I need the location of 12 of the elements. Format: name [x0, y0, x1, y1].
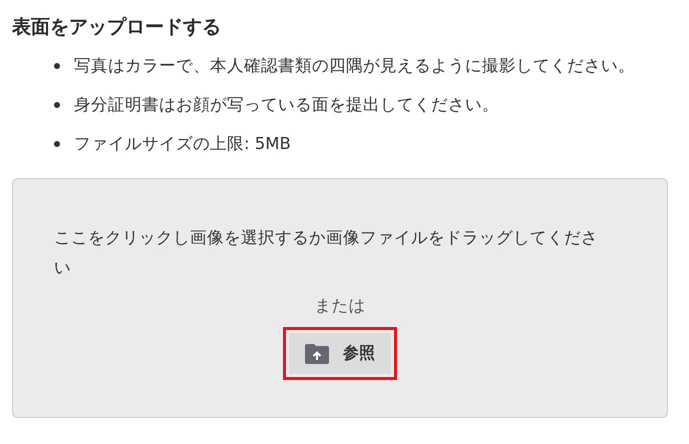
folder-upload-icon [305, 344, 329, 364]
upload-dropzone[interactable]: ここをクリックし画像を選択するか画像ファイルをドラッグしてください または 参照 [12, 178, 668, 418]
browse-button[interactable]: 参照 [289, 333, 391, 374]
instruction-text: 写真はカラーで、本人確認書類の四隅が見えるように撮影してください。 [74, 55, 635, 77]
separator-text: または [314, 295, 366, 317]
instruction-text: 身分証明書はお顔が写っている面を提出してください。 [74, 94, 499, 116]
dropzone-prompt: ここをクリックし画像を選択するか画像ファイルをドラッグしてください [54, 227, 599, 279]
bullet-icon [54, 63, 60, 69]
bullet-icon [54, 141, 60, 147]
section-heading: 表面をアップロードする [12, 15, 222, 40]
bullet-icon [54, 102, 60, 108]
instruction-text: ファイルサイズの上限: 5MB [74, 133, 291, 155]
